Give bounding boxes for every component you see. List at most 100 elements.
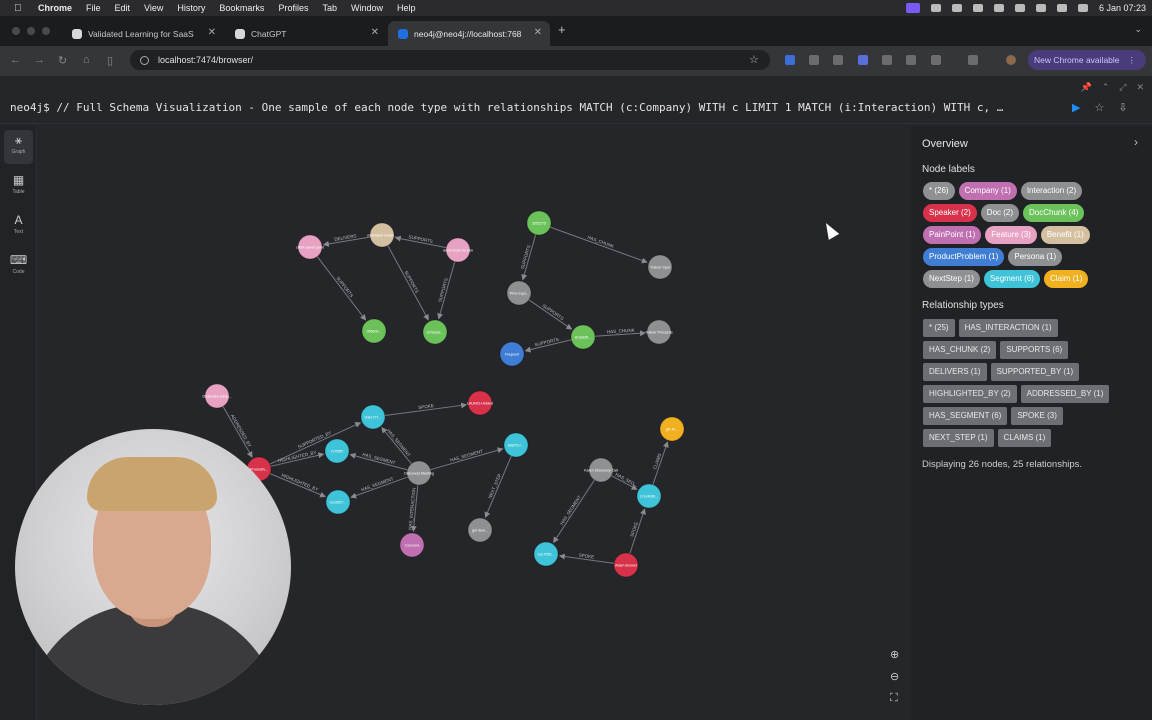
graph-node[interactable]: 813ab6f... xyxy=(570,324,596,350)
node-label-chip[interactable]: * (26) xyxy=(923,182,955,200)
profile-avatar[interactable] xyxy=(1006,55,1016,65)
relationship-type-chip[interactable]: DELIVERS (1) xyxy=(923,363,987,381)
relationship-type-chip[interactable]: HAS_SEGMENT (6) xyxy=(923,407,1008,425)
graph-node[interactable]: Time Equi... xyxy=(506,280,532,306)
graph-node[interactable]: 0dec777... xyxy=(360,404,386,430)
run-query-icon[interactable]: ▶ xyxy=(1072,101,1080,114)
relationship-edge[interactable] xyxy=(484,455,512,519)
view-code-button[interactable]: ⌨ Code xyxy=(4,250,33,284)
graph-node[interactable]: Discovery Meeting xyxy=(404,460,434,486)
extension-icon[interactable] xyxy=(809,55,819,65)
extension-icon[interactable] xyxy=(785,55,795,65)
site-info-icon[interactable] xyxy=(140,55,149,65)
volume-icon[interactable] xyxy=(972,4,983,12)
graph-node[interactable]: get dem... xyxy=(467,517,493,543)
cypher-query[interactable]: neo4j$ // Full Schema Visualization - On… xyxy=(10,101,1060,114)
relationship-type-chip[interactable]: NEXT_STEP (1) xyxy=(923,429,994,447)
view-table-button[interactable]: ▦ Table xyxy=(4,170,33,204)
menu-history[interactable]: History xyxy=(177,3,205,13)
graph-node[interactable]: Frequent xyxy=(499,341,525,367)
address-bar[interactable]: localhost:7474/browser/ xyxy=(130,50,770,70)
tab-neo4j[interactable]: neo4j@neo4j://localhost:768 ✕ xyxy=(388,21,550,46)
siri-icon[interactable] xyxy=(1077,4,1088,12)
kebab-menu-icon[interactable]: ⋮ xyxy=(1128,55,1137,66)
extension-icon[interactable] xyxy=(968,55,978,65)
menu-app-name[interactable]: Chrome xyxy=(38,3,72,13)
close-window-button[interactable] xyxy=(12,27,20,35)
extension-icon[interactable] xyxy=(833,55,843,65)
graph-node[interactable]: client asked point xyxy=(296,234,324,260)
node-label-chip[interactable]: DocChunk (4) xyxy=(1023,204,1085,222)
node-label-chip[interactable]: Claim (1) xyxy=(1043,270,1089,288)
node-label-chip[interactable]: Company (1) xyxy=(958,182,1017,200)
menu-view[interactable]: View xyxy=(144,3,163,13)
pin-icon[interactable]: 📌 xyxy=(1080,82,1091,93)
collapse-icon[interactable]: ⌃ xyxy=(1102,82,1110,93)
apple-icon[interactable]:  xyxy=(14,3,26,14)
menu-bookmarks[interactable]: Bookmarks xyxy=(219,3,264,13)
tab-search-icon[interactable]: ⌄ xyxy=(1134,24,1142,35)
view-graph-button[interactable]: ⚹ Graph xyxy=(4,130,33,164)
graph-node[interactable]: Trainer Spot xyxy=(647,254,673,280)
download-icon[interactable]: ⇩ xyxy=(1118,101,1127,114)
graph-node[interactable]: avoid close be prio xyxy=(443,237,473,263)
relationship-edge[interactable] xyxy=(269,473,327,498)
relationship-type-chip[interactable]: * (25) xyxy=(923,319,955,337)
node-label-chip[interactable]: PainPoint (1) xyxy=(923,226,982,244)
screen-share-icon[interactable] xyxy=(905,3,920,13)
graph-node[interactable]: 2652275 xyxy=(526,210,552,236)
back-arrow-icon[interactable] xyxy=(930,4,941,12)
node-label-chip[interactable]: Doc (2) xyxy=(980,204,1020,222)
graph-node[interactable]: 7c7f0ff2 xyxy=(324,438,350,464)
graph-node[interactable]: Trainer Proceeds xyxy=(645,319,673,345)
relationship-edge[interactable] xyxy=(222,406,253,458)
extensions-puzzle-icon[interactable] xyxy=(931,55,941,65)
control-center-icon[interactable] xyxy=(1056,4,1067,12)
graph-node[interactable]: gift 4h... xyxy=(659,416,685,442)
close-tab-icon[interactable]: ✕ xyxy=(371,27,379,38)
node-label-chip[interactable]: Speaker (2) xyxy=(923,204,977,222)
node-label-chip[interactable]: ProductProblem (1) xyxy=(923,248,1005,266)
relationship-type-chip[interactable]: SPOKE (3) xyxy=(1011,407,1063,425)
menu-file[interactable]: File xyxy=(86,3,101,13)
relationship-type-chip[interactable]: SUPPORTED_BY (1) xyxy=(990,363,1080,381)
new-chrome-available-button[interactable]: New Chrome available ⋮ xyxy=(1028,50,1146,70)
chevron-right-icon[interactable]: › xyxy=(1134,135,1138,149)
relationship-type-chip[interactable]: ADDRESSED_BY (1) xyxy=(1020,385,1110,403)
menu-profiles[interactable]: Profiles xyxy=(278,3,308,13)
tab-validated-learning[interactable]: Validated Learning for SaaS ✕ xyxy=(62,21,224,46)
relationship-edge[interactable] xyxy=(387,245,429,321)
zoom-out-icon[interactable]: ⊖ xyxy=(890,670,899,683)
node-label-chip[interactable]: NextStep (1) xyxy=(923,270,980,288)
graph-node[interactable]: LAUNCH Added xyxy=(467,390,493,416)
relationship-edge[interactable] xyxy=(553,479,595,544)
extension-icon[interactable] xyxy=(882,55,892,65)
bookmark-star-icon[interactable]: ☆ xyxy=(749,53,759,66)
graph-node[interactable]: a70acdd... xyxy=(422,319,448,345)
new-tab-icon[interactable]: + xyxy=(558,22,566,37)
extension-icon[interactable] xyxy=(906,55,916,65)
relationship-type-chip[interactable]: CLAIMS (1) xyxy=(997,429,1052,447)
menu-window[interactable]: Window xyxy=(351,3,383,13)
graph-node[interactable]: maintains compr... xyxy=(367,222,397,248)
graph-node[interactable]: 2ce7050... xyxy=(533,541,559,567)
graph-node[interactable]: 8d87f17... xyxy=(503,432,529,458)
relationship-type-chip[interactable]: HIGHLIGHTED_BY (2) xyxy=(923,385,1017,403)
node-label-chip[interactable]: Segment (6) xyxy=(983,270,1040,288)
close-tab-icon[interactable]: ✕ xyxy=(534,27,542,38)
node-label-chip[interactable]: Interaction (2) xyxy=(1020,182,1083,200)
user-icon[interactable] xyxy=(1014,4,1025,12)
graph-node[interactable]: Dedicated comp... xyxy=(203,383,232,409)
clock-status-icon[interactable] xyxy=(1035,4,1046,12)
relationship-edge[interactable] xyxy=(430,447,504,471)
menu-tab[interactable]: Tab xyxy=(322,3,337,13)
node-label-chip[interactable]: Feature (3) xyxy=(985,226,1037,244)
back-icon[interactable]: ← xyxy=(10,54,21,66)
relationship-type-chip[interactable]: HAS_CHUNK (2) xyxy=(923,341,997,359)
tab-chatgpt[interactable]: ChatGPT ✕ xyxy=(225,21,387,46)
clock[interactable]: 6 Jan 07:23 xyxy=(1099,3,1146,13)
fullscreen-icon[interactable]: ⤢ xyxy=(1119,82,1126,93)
zoom-in-icon[interactable]: ⊕ xyxy=(890,648,899,661)
graph-node[interactable]: 0c1d657... xyxy=(325,489,351,515)
close-frame-icon[interactable]: ✕ xyxy=(1136,82,1144,93)
